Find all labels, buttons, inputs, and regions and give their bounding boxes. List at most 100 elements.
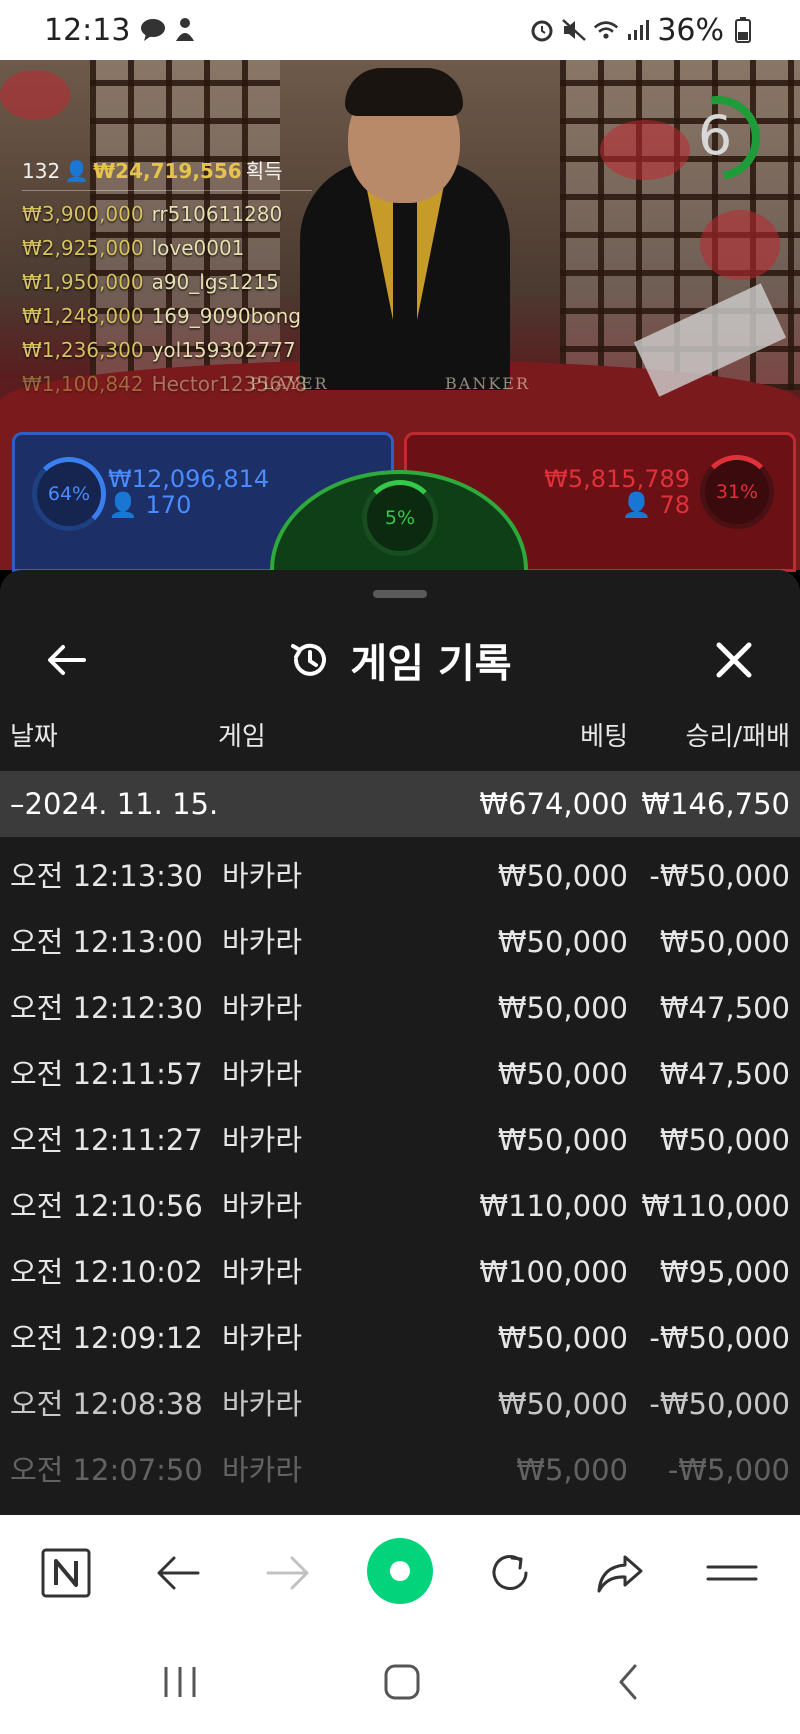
row-time: 오전 12:13:30 (10, 859, 203, 893)
timer-value: 6 (697, 103, 733, 167)
history-rows: 오전 12:13:30 바카라 ₩50,000 -₩50,000 오전 12:13:0… (0, 843, 800, 1503)
group-result-total: ₩146,750 (641, 787, 790, 821)
home-button[interactable] (372, 1652, 432, 1712)
col-result: 승리/패배 (685, 722, 790, 752)
row-bet: ₩50,000 (497, 925, 628, 959)
status-time: 12:13 (44, 12, 131, 48)
banker-percent-ring: 31% (700, 455, 774, 529)
player-percent-ring: 64% (32, 457, 106, 531)
row-result: ₩50,000 (659, 925, 790, 959)
leaderboard-row: ₩1,236,300 yol159302777 (22, 333, 322, 367)
row-time: 오전 12:10:56 (10, 1189, 203, 1223)
leaderboard-row: ₩3,900,000 rr510611280 (22, 197, 322, 231)
naver-home-button[interactable] (36, 1543, 96, 1603)
lb-user: yol159302777 (151, 338, 296, 362)
banker-bet-count: 78 (659, 491, 690, 519)
refresh-button[interactable] (480, 1543, 540, 1603)
table-row[interactable]: 오전 12:11:57 바카라 ₩50,000 ₩47,500 (0, 1041, 800, 1107)
banker-percent: 31% (715, 481, 759, 503)
table-row[interactable]: 오전 12:11:27 바카라 ₩50,000 ₩50,000 (0, 1107, 800, 1173)
table-row[interactable]: 오전 12:10:02 바카라 ₩100,000 ₩95,000 (0, 1239, 800, 1305)
table-row[interactable]: 오전 12:13:30 바카라 ₩50,000 -₩50,000 (0, 843, 800, 909)
table-row[interactable]: 오전 12:13:00 바카라 ₩50,000 ₩50,000 (0, 909, 800, 975)
sheet-drag-handle[interactable] (373, 590, 427, 598)
share-button[interactable] (590, 1543, 650, 1603)
row-result: ₩95,000 (659, 1255, 790, 1289)
row-bet: ₩110,000 (479, 1189, 628, 1223)
row-bet: ₩5,000 (516, 1453, 628, 1487)
row-time: 오전 12:10:02 (10, 1255, 203, 1289)
close-button[interactable] (706, 632, 762, 688)
back-button[interactable] (38, 632, 94, 688)
recents-button[interactable] (150, 1652, 210, 1712)
chevron-left-icon (619, 1664, 637, 1700)
banker-bet-info: ₩5,815,789 👤 78 (515, 466, 690, 518)
mute-icon (561, 17, 587, 43)
battery-icon (730, 17, 756, 43)
row-time: 오전 12:11:27 (10, 1123, 203, 1157)
row-game: 바카라 (222, 1255, 303, 1289)
menu-button[interactable] (702, 1543, 762, 1603)
dealer-hair (345, 68, 463, 116)
player-bet-info: ₩12,096,814 👤 170 (108, 466, 269, 518)
close-icon (716, 642, 752, 678)
table-row[interactable]: 오전 12:10:56 바카라 ₩110,000 ₩110,000 (0, 1173, 800, 1239)
table-row[interactable]: 오전 12:08:38 바카라 ₩50,000 -₩50,000 (0, 1371, 800, 1437)
col-bet: 베팅 (580, 722, 628, 752)
row-result: -₩50,000 (649, 859, 790, 893)
history-icon (291, 643, 327, 676)
row-bet: ₩50,000 (497, 1321, 628, 1355)
row-result: ₩47,500 (659, 1057, 790, 1091)
row-time: 오전 12:07:50 (10, 1453, 203, 1487)
row-bet: ₩100,000 (479, 1255, 628, 1289)
row-result: -₩5,000 (667, 1453, 790, 1487)
row-result: -₩50,000 (649, 1387, 790, 1421)
lb-user: love0001 (151, 236, 245, 260)
alarm-icon (529, 17, 555, 43)
col-game: 게임 (218, 722, 266, 752)
lb-user: rr510611280 (151, 202, 283, 226)
browser-back-button[interactable] (148, 1543, 208, 1603)
winners-leaderboard: 132 👤 ₩24,719,556 획득 ₩3,900,000 rr5106112… (22, 155, 322, 401)
tie-percent: 5% (384, 507, 416, 529)
row-game: 바카라 (222, 1057, 303, 1091)
system-back-button[interactable] (598, 1652, 658, 1712)
naver-n-icon (41, 1548, 91, 1598)
row-game: 바카라 (222, 1387, 303, 1421)
row-result: ₩110,000 (641, 1189, 790, 1223)
green-dot-button[interactable] (366, 1537, 434, 1605)
sheet-title: 게임 기록 (288, 631, 512, 689)
player-bet-amount: ₩12,096,814 (108, 465, 270, 493)
row-time: 오전 12:09:12 (10, 1321, 203, 1355)
leaderboard-row: ₩1,248,000 169_9090bong (22, 299, 322, 333)
row-bet: ₩50,000 (497, 1057, 628, 1091)
arrow-left-icon (48, 645, 86, 675)
lb-amount: ₩1,950,000 (22, 270, 144, 294)
date-group-row[interactable]: –2024. 11. 15. ₩674,000 ₩146,750 (0, 771, 800, 837)
refresh-icon (492, 1555, 528, 1590)
row-time: 오전 12:12:30 (10, 991, 203, 1025)
player-percent: 64% (47, 483, 91, 505)
winnings-total: ₩24,719,556 (93, 159, 242, 183)
row-bet: ₩50,000 (497, 859, 628, 893)
leaderboard-row: ₩2,925,000 love0001 (22, 231, 322, 265)
lb-amount: ₩2,925,000 (22, 236, 144, 260)
table-label-banker: BANKER (445, 374, 530, 393)
table-row[interactable]: 오전 12:07:50 바카라 ₩5,000 -₩5,000 (0, 1437, 800, 1503)
table-row[interactable]: 오전 12:12:30 바카라 ₩50,000 ₩47,500 (0, 975, 800, 1041)
row-bet: ₩50,000 (497, 1123, 628, 1157)
blossom-decor (600, 120, 690, 180)
row-game: 바카라 (222, 1123, 303, 1157)
col-date: 날짜 (10, 722, 58, 752)
person-icon: 👤 (64, 159, 90, 183)
browser-forward-button[interactable] (258, 1543, 318, 1603)
countdown-timer: 6 (682, 90, 762, 180)
group-date: –2024. 11. 15. (10, 787, 219, 821)
browser-toolbar (0, 1515, 800, 1630)
battery-percent: 36% (657, 12, 724, 48)
lb-amount: ₩1,236,300 (22, 338, 144, 362)
menu-icon (706, 1565, 758, 1581)
lb-amount: ₩1,248,000 (22, 304, 144, 328)
leaderboard-row: ₩1,100,842 Hector1235678 (22, 367, 322, 401)
table-row[interactable]: 오전 12:09:12 바카라 ₩50,000 -₩50,000 (0, 1305, 800, 1371)
